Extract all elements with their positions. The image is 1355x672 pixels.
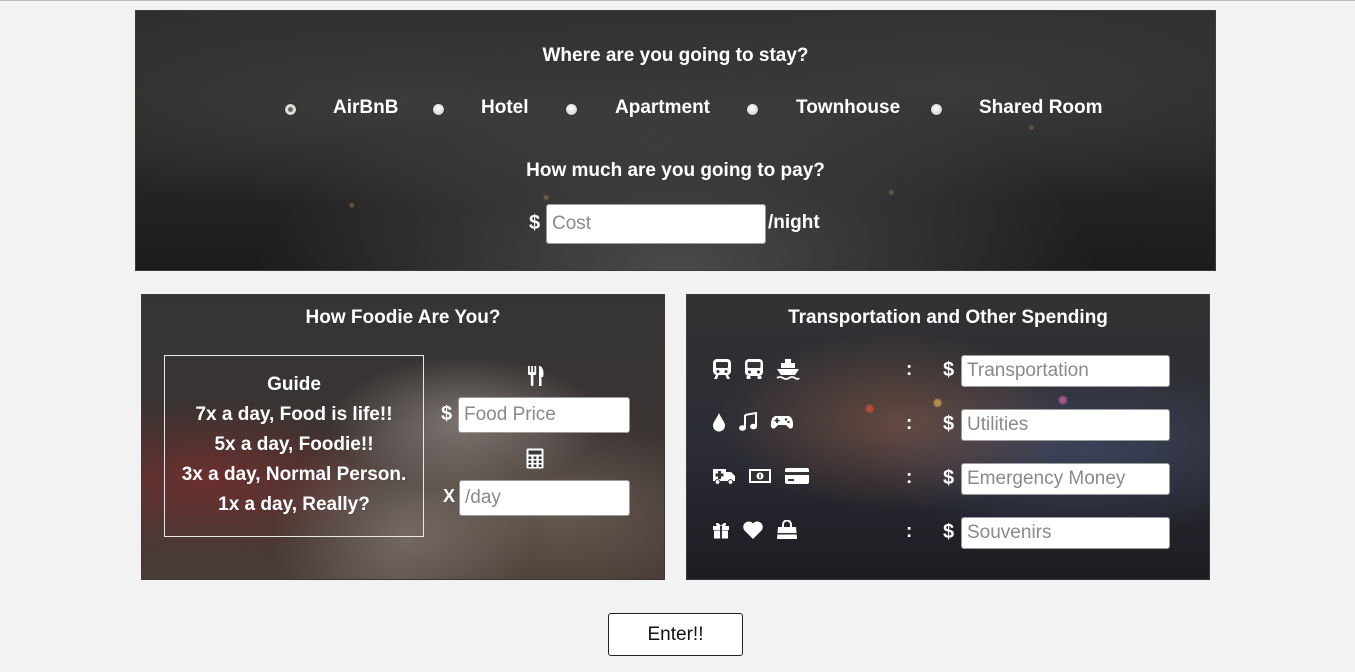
radio-hotel[interactable]: [433, 104, 444, 115]
cost-currency: $: [529, 212, 541, 234]
stay-panel: Where are you going to stay? AirBnB Hote…: [135, 10, 1216, 271]
water-drop-icon: [712, 412, 726, 432]
money-icon: [748, 468, 772, 484]
option-label-shared-room: Shared Room: [979, 97, 1103, 118]
music-icon: [738, 412, 758, 432]
emergency-currency: $: [943, 467, 955, 489]
transport-title: Transportation and Other Spending: [788, 307, 1108, 328]
cutlery-icon: [526, 365, 546, 387]
foodie-panel: How Foodie Are You? Guide 7x a day, Food…: [141, 294, 665, 580]
train-icon: [712, 358, 732, 380]
radio-airbnb[interactable]: [285, 104, 296, 115]
guide-title: Guide: [267, 374, 321, 395]
transportation-currency: $: [943, 359, 955, 381]
souvenirs-currency: $: [943, 521, 955, 543]
transportation-input[interactable]: [961, 355, 1170, 387]
gift-icon: [712, 521, 730, 539]
per-night-unit: /night: [768, 212, 820, 233]
transportation-colon: :: [906, 359, 913, 380]
ship-icon: [776, 358, 800, 380]
stay-options: AirBnB Hotel Apartment Townhouse Shared …: [136, 97, 1215, 121]
guide-line: 1x a day, Really?: [218, 494, 370, 515]
times-symbol: X: [443, 486, 456, 506]
emergency-row: : $: [687, 463, 1209, 495]
option-label-hotel: Hotel: [481, 97, 529, 118]
transportation-row: : $: [687, 355, 1209, 387]
calculator-icon: [526, 448, 544, 469]
option-label-airbnb: AirBnB: [333, 97, 399, 118]
pay-question: How much are you going to pay?: [526, 160, 825, 181]
radio-townhouse[interactable]: [747, 104, 758, 115]
transport-panel: Transportation and Other Spending: $ Tr…: [686, 294, 1210, 580]
shopping-bag-icon: [776, 520, 798, 540]
guide-line: 3x a day, Normal Person.: [181, 464, 407, 485]
gamepad-icon: [770, 414, 794, 430]
food-price-input[interactable]: [458, 397, 630, 433]
meals-per-day-input[interactable]: [459, 480, 630, 516]
heart-icon: [742, 520, 764, 540]
guide-box: Guide 7x a day, Food is life!! 5x a day,…: [164, 355, 424, 537]
emergency-colon: :: [906, 467, 913, 488]
credit-card-icon: [784, 467, 810, 485]
souvenirs-row: : $: [687, 517, 1209, 549]
option-label-townhouse: Townhouse: [796, 97, 901, 118]
souvenirs-colon: :: [906, 521, 913, 542]
souvenirs-input[interactable]: [961, 517, 1170, 549]
radio-shared-room[interactable]: [931, 104, 942, 115]
emergency-money-input[interactable]: [961, 463, 1170, 495]
utilities-input[interactable]: [961, 409, 1170, 441]
cost-input[interactable]: [546, 204, 766, 244]
food-currency: $: [441, 403, 453, 425]
guide-line: 7x a day, Food is life!!: [195, 404, 393, 425]
option-label-apartment: Apartment: [615, 97, 711, 118]
utilities-currency: $: [943, 413, 955, 435]
radio-apartment[interactable]: [566, 104, 577, 115]
utilities-colon: :: [906, 413, 913, 434]
bus-icon: [744, 358, 764, 380]
ambulance-icon: [712, 466, 736, 486]
foodie-title: How Foodie Are You?: [305, 307, 501, 328]
enter-button[interactable]: Enter!!: [608, 613, 743, 656]
guide-line: 5x a day, Foodie!!: [214, 434, 374, 455]
stay-question: Where are you going to stay?: [542, 45, 809, 66]
utilities-row: : $: [687, 409, 1209, 441]
